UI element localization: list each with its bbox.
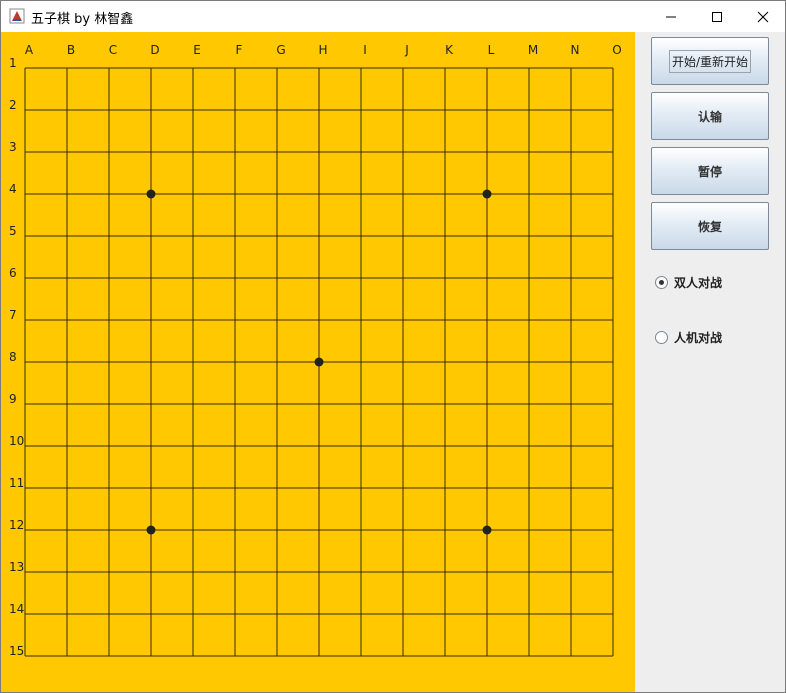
resign-button[interactable]: 认输 [651, 92, 769, 140]
column-label: A [25, 43, 34, 57]
minimize-icon [666, 16, 676, 17]
app-window: 五子棋 by 林智鑫 A B C D E F G H I J K L M N O 1 2 3 4 5 6 7 8 9 10 11 1… [0, 0, 786, 693]
column-label: D [150, 43, 159, 57]
column-label: F [236, 43, 243, 57]
row-label: 5 [9, 224, 17, 238]
star-point [146, 189, 156, 199]
column-label: E [193, 43, 201, 57]
row-label: 11 [9, 476, 24, 490]
mode-pve-radio[interactable]: 人机对战 [655, 329, 722, 346]
row-label: 13 [9, 560, 24, 574]
star-point [146, 525, 156, 535]
row-label: 7 [9, 308, 17, 322]
window-title: 五子棋 by 林智鑫 [31, 12, 134, 27]
row-label: 9 [9, 392, 17, 406]
row-label: 2 [9, 98, 17, 112]
column-label: I [363, 43, 367, 57]
radio-unselected-icon [655, 331, 668, 344]
close-icon [757, 11, 769, 22]
java-app-icon [9, 8, 25, 24]
start-restart-button[interactable]: 开始/重新开始 [651, 37, 769, 85]
star-point [482, 525, 492, 535]
row-label: 3 [9, 140, 17, 154]
column-label: H [318, 43, 327, 57]
star-point [314, 357, 324, 367]
resign-label: 认输 [697, 109, 722, 124]
control-panel: 开始/重新开始 认输 暂停 恢复 双人对战 人机对战 [635, 32, 785, 692]
resume-button[interactable]: 恢复 [651, 202, 769, 250]
row-label: 12 [9, 518, 24, 532]
close-button[interactable] [740, 1, 785, 32]
star-point [482, 189, 492, 199]
mode-pve-label: 人机对战 [674, 331, 723, 345]
column-label: M [528, 43, 538, 57]
column-label: O [612, 43, 621, 57]
resume-label: 恢复 [697, 219, 722, 234]
column-label: G [276, 43, 285, 57]
pause-button[interactable]: 暂停 [651, 147, 769, 195]
row-label: 10 [9, 434, 24, 448]
title-bar: 五子棋 by 林智鑫 [1, 1, 785, 32]
column-label: J [404, 43, 409, 57]
row-label: 6 [9, 266, 17, 280]
pause-label: 暂停 [697, 164, 722, 179]
start-restart-label: 开始/重新开始 [668, 49, 752, 73]
minimize-button[interactable] [648, 1, 694, 32]
radio-selected-icon [655, 276, 668, 289]
column-label: C [109, 43, 117, 57]
column-label: K [445, 43, 454, 57]
column-label: L [488, 43, 495, 57]
row-label: 15 [9, 644, 24, 658]
column-label: N [571, 43, 580, 57]
row-label: 14 [9, 602, 24, 616]
row-label: 8 [9, 350, 17, 364]
mode-pvp-radio[interactable]: 双人对战 [655, 274, 722, 291]
maximize-button[interactable] [694, 1, 740, 32]
column-label: B [67, 43, 75, 57]
board-panel[interactable]: A B C D E F G H I J K L M N O 1 2 3 4 5 6 7 8 9 10 11 12 13 14 15 [1, 32, 635, 692]
gomoku-board[interactable]: A B C D E F G H I J K L M N O123456789101112131415 [1, 32, 635, 692]
mode-pvp-label: 双人对战 [674, 276, 723, 290]
maximize-icon [712, 11, 722, 22]
row-label: 4 [9, 182, 17, 196]
row-label: 1 [9, 56, 17, 70]
